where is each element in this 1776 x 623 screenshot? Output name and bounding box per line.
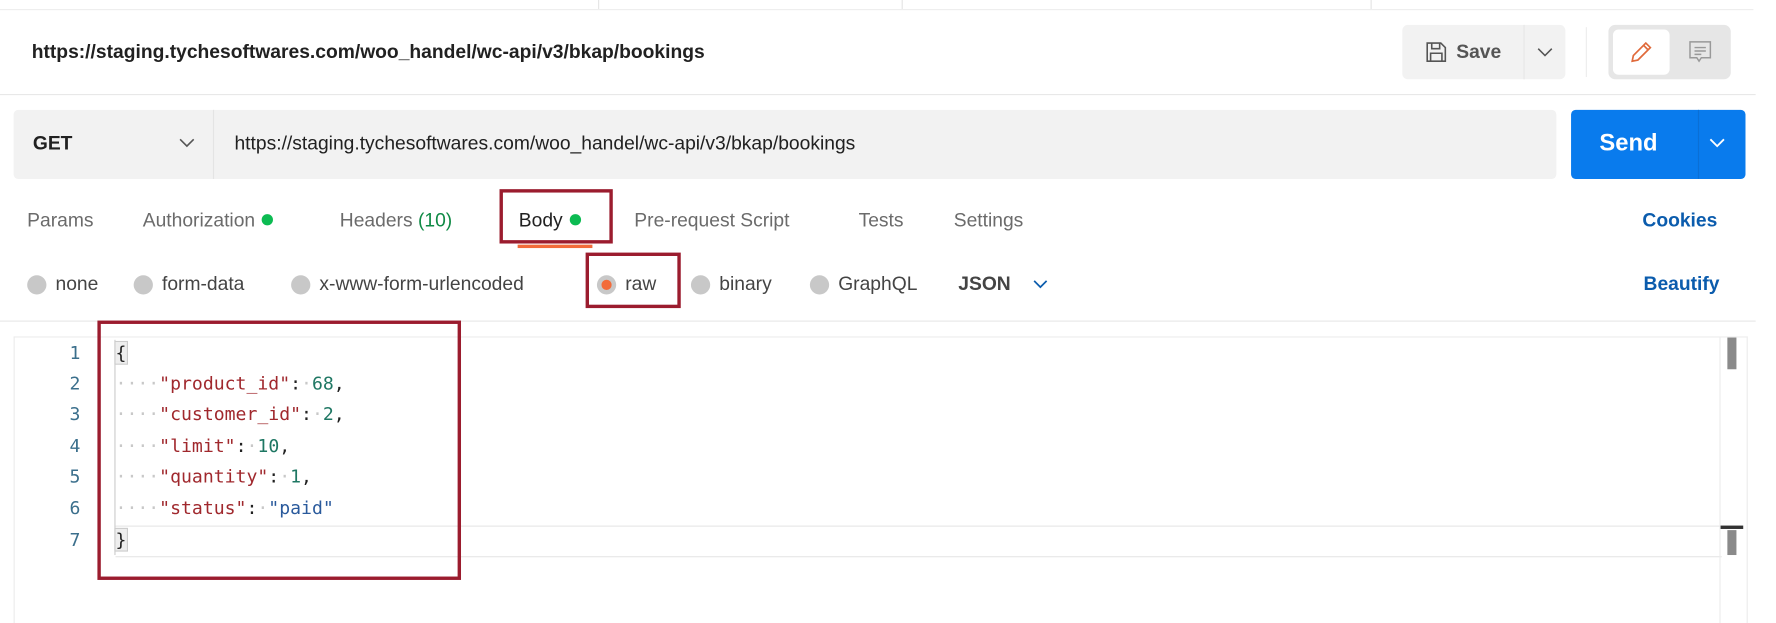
radio-graphql[interactable]: GraphQL xyxy=(809,272,918,296)
tab-label: Settings xyxy=(953,209,1024,232)
radio-icon xyxy=(27,274,47,294)
tab-label: Authorization xyxy=(142,209,256,232)
highlight-box xyxy=(499,189,613,244)
format-select[interactable]: JSON xyxy=(958,273,1048,296)
radio-icon xyxy=(291,274,311,294)
chevron-down-icon xyxy=(1537,48,1553,57)
radio-icon xyxy=(133,274,153,294)
tab-authorization[interactable]: Authorization xyxy=(143,210,274,233)
line-number: 2 xyxy=(69,372,81,395)
divider xyxy=(1585,27,1587,78)
radio-label: x-www-form-urlencoded xyxy=(319,272,524,295)
radio-label: form-data xyxy=(161,272,245,295)
view-toggle xyxy=(1608,24,1731,80)
divider xyxy=(0,94,1756,96)
tab-label: Pre-request Script xyxy=(634,209,790,232)
chevron-down-icon xyxy=(1033,280,1048,289)
scrollbar-cursor-marker xyxy=(1720,525,1744,529)
radio-label: binary xyxy=(719,272,772,295)
tab-pre-request-script[interactable]: Pre-request Script xyxy=(634,210,789,233)
edit-button[interactable] xyxy=(1612,29,1670,75)
tab-divider xyxy=(1370,0,1372,10)
radio-icon xyxy=(690,274,711,294)
line-number: 3 xyxy=(69,403,81,425)
radio-label: GraphQL xyxy=(838,272,918,295)
tab-divider xyxy=(901,0,903,10)
radio-form-data[interactable]: form-data xyxy=(133,272,245,296)
scrollbar-marker xyxy=(1727,530,1737,556)
divider xyxy=(1697,109,1700,179)
method-select[interactable]: GET xyxy=(33,133,73,156)
chevron-down-icon[interactable] xyxy=(179,135,195,151)
tab-divider xyxy=(598,0,600,10)
tab-tests[interactable]: Tests xyxy=(859,210,904,233)
radio-none[interactable]: none xyxy=(27,273,98,296)
tab-settings[interactable]: Settings xyxy=(954,210,1024,233)
save-label: Save xyxy=(1456,40,1502,63)
url-input[interactable]: https://staging.tychesoftwares.com/woo_h… xyxy=(234,133,855,156)
beautify-link[interactable]: Beautify xyxy=(1644,273,1720,296)
radio-binary[interactable]: binary xyxy=(690,272,772,296)
tab-params[interactable]: Params xyxy=(27,210,93,233)
save-group: Save xyxy=(1402,24,1566,80)
save-button[interactable]: Save xyxy=(1402,24,1525,80)
scrollbar-thumb[interactable] xyxy=(1727,337,1737,370)
send-label: Send xyxy=(1599,130,1658,157)
line-number: 5 xyxy=(69,465,81,488)
save-dropdown-button[interactable] xyxy=(1525,25,1566,79)
divider xyxy=(212,109,215,179)
highlight-box xyxy=(585,252,681,309)
cookies-link[interactable]: Cookies xyxy=(1642,210,1717,233)
status-dot xyxy=(261,214,274,226)
comments-button[interactable] xyxy=(1672,29,1729,74)
line-number: 4 xyxy=(69,434,81,457)
line-number: 1 xyxy=(69,342,81,364)
request-bar: GET https://staging.tychesoftwares.com/w… xyxy=(13,109,1557,179)
radio-icon xyxy=(809,274,830,294)
highlight-box xyxy=(97,320,462,580)
request-title[interactable]: https://staging.tychesoftwares.com/woo_h… xyxy=(32,41,705,64)
tab-label: Headers xyxy=(339,209,413,232)
top-tab-strip xyxy=(0,0,1754,11)
radio-x-www-form-urlencoded[interactable]: x-www-form-urlencoded xyxy=(291,273,524,296)
headers-count: (10) xyxy=(417,209,453,232)
chevron-down-icon[interactable] xyxy=(1709,135,1725,151)
tab-label: Params xyxy=(27,209,94,232)
line-number: 7 xyxy=(69,528,81,551)
format-label: JSON xyxy=(958,272,1011,295)
active-tab-underline xyxy=(517,244,593,249)
pencil-icon xyxy=(1631,41,1652,63)
send-button[interactable]: Send xyxy=(1571,109,1746,179)
comment-icon xyxy=(1689,41,1712,63)
save-icon xyxy=(1426,42,1446,62)
tab-headers[interactable]: Headers (10) xyxy=(340,210,452,233)
line-number: 6 xyxy=(69,497,81,519)
tab-label: Tests xyxy=(858,209,904,232)
editor-border xyxy=(1719,337,1721,623)
radio-label: none xyxy=(55,272,99,295)
